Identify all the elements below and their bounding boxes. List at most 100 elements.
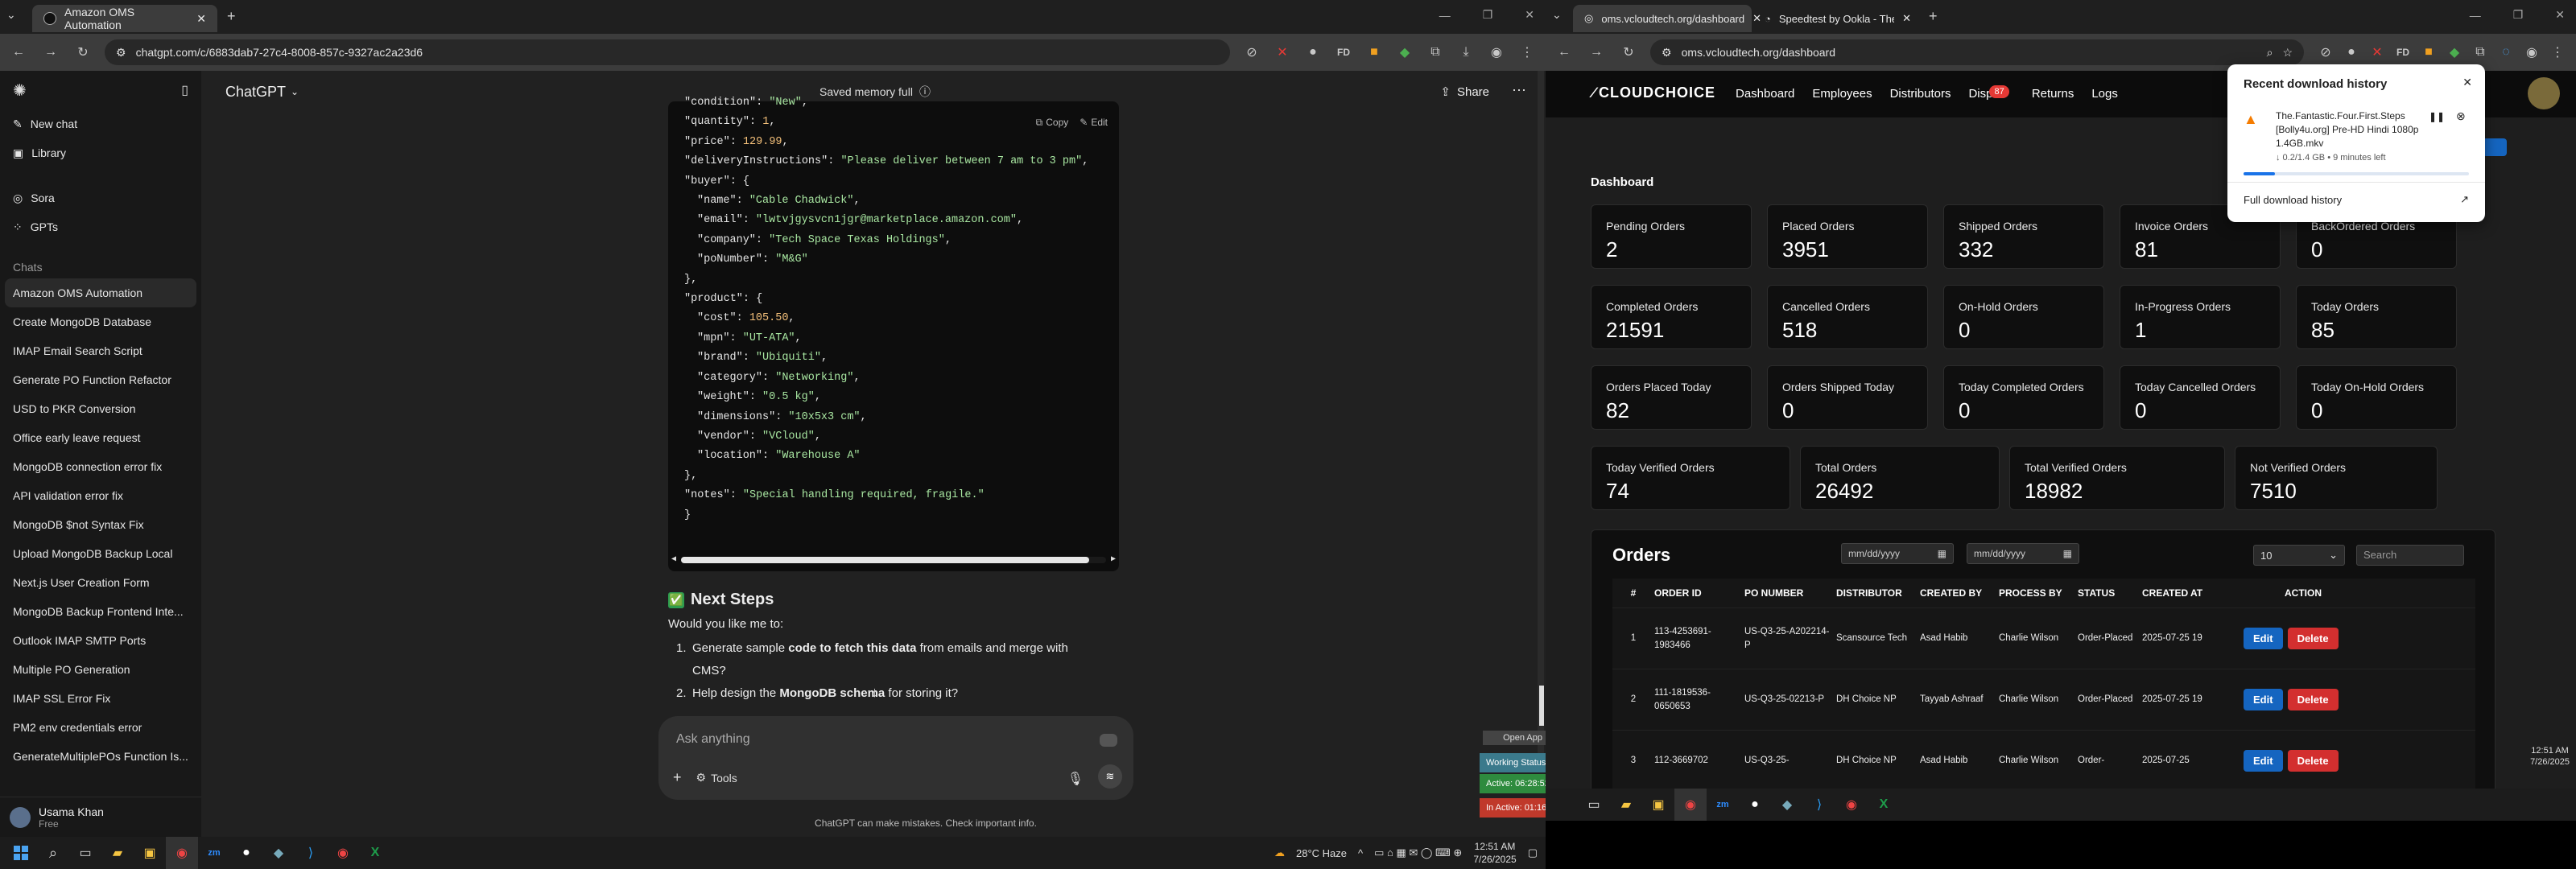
profile-icon[interactable]: ◉ [2521, 42, 2542, 63]
new-tab-icon[interactable]: + [227, 8, 236, 25]
fd-ext-icon[interactable]: FD [2392, 42, 2413, 63]
search-icon[interactable]: ⌕ [37, 837, 69, 869]
chat-item[interactable]: MongoDB Backup Frontend Inte... [0, 597, 201, 626]
chat-item[interactable]: IMAP SSL Error Fix [0, 684, 201, 713]
nav-disputes[interactable]: Dispu 87 [1968, 85, 2009, 101]
zoom-icon[interactable]: zm [1707, 789, 1739, 821]
app-diamond-icon[interactable]: ◆ [262, 837, 295, 869]
puzzle-icon[interactable]: ⧉ [1425, 42, 1446, 63]
site-info-icon[interactable]: ⚙ [116, 46, 126, 60]
omnibox[interactable]: ⚙ oms.vcloudtech.org/dashboard ⌕ ☆ [1650, 39, 2304, 65]
oms-logo[interactable]: ∕ CLOUDCHOICE [1592, 84, 1715, 101]
chrome-icon[interactable]: ◉ [327, 837, 359, 869]
chat-item[interactable]: Create MongoDB Database [0, 307, 201, 336]
bookmark-icon[interactable]: ☆ [2282, 46, 2293, 60]
notifications-icon[interactable]: ▢ [1528, 846, 1538, 859]
store-icon[interactable]: ▣ [134, 837, 166, 869]
download-filename[interactable]: The.Fantastic.Four.First.Steps [Bolly4u.… [2276, 109, 2437, 150]
main-scrollbar[interactable] [1538, 71, 1544, 763]
sidebar-toggle-icon[interactable]: ▯ [181, 82, 188, 98]
edit-order-button[interactable]: Edit [2244, 750, 2283, 772]
delete-order-button[interactable]: Delete [2287, 750, 2339, 772]
page-size-select[interactable]: 10 ⌄ [2253, 545, 2345, 566]
menu-dots-icon[interactable]: ⋮ [1517, 42, 1538, 63]
add-icon[interactable]: + [673, 769, 682, 786]
chrome-active-icon[interactable]: ◉ [166, 837, 198, 869]
task-view-icon[interactable]: ▭ [1578, 789, 1610, 821]
task-view-icon[interactable]: ▭ [69, 837, 101, 869]
user-profile[interactable]: Usama Khan Free [0, 797, 201, 837]
edit-button[interactable]: ✎ Edit [1080, 113, 1108, 132]
sora-item[interactable]: ◎ Sora [0, 183, 201, 212]
eye-off-icon[interactable]: ⊘ [1241, 42, 1262, 63]
tab-speedtest[interactable]: ◔ Speedtest by Ookla - The Glob ✕ [1753, 5, 1922, 32]
maximize-icon[interactable]: ❐ [1483, 8, 1493, 22]
tracker-handle[interactable] [1539, 686, 1544, 726]
edit-order-button[interactable]: Edit [2244, 628, 2283, 649]
column-header[interactable]: # [1612, 587, 1648, 599]
chat-item[interactable]: IMAP Email Search Script [0, 336, 201, 365]
close-tab-icon[interactable]: ✕ [196, 12, 206, 26]
nav-employees[interactable]: Employees [1812, 87, 1872, 101]
voice-wave-icon[interactable]: ≋ [1098, 764, 1122, 789]
store-icon[interactable]: ▣ [1642, 789, 1674, 821]
back-icon[interactable]: ← [1554, 42, 1575, 63]
open-app-button[interactable]: Open App [1483, 731, 1546, 745]
column-header[interactable]: DISTRIBUTOR [1830, 587, 1913, 599]
chat-item[interactable]: Upload MongoDB Backup Local [0, 539, 201, 568]
copy-button[interactable]: ⧉ Copy [1036, 113, 1069, 132]
zoom-icon[interactable]: zm [198, 837, 230, 869]
vscode-icon[interactable]: ⟩ [1803, 789, 1835, 821]
reload-icon[interactable]: ↻ [72, 42, 93, 63]
left-clock[interactable]: 12:51 AM 7/26/2025 [1473, 840, 1516, 866]
download-progress-icon[interactable]: ◌ [2496, 42, 2516, 63]
forward-icon[interactable]: → [1586, 42, 1607, 63]
file-explorer-icon[interactable]: ▰ [1610, 789, 1642, 821]
minimize-icon[interactable]: — [2470, 9, 2481, 22]
chrome-icon[interactable]: ◉ [1835, 789, 1868, 821]
nav-distributors[interactable]: Distributors [1890, 87, 1951, 101]
close-window-icon[interactable]: ✕ [2555, 8, 2565, 22]
excel-icon[interactable]: X [1868, 789, 1900, 821]
puzzle-icon[interactable]: ⧉ [2470, 42, 2491, 63]
chat-item[interactable]: USD to PKR Conversion [0, 394, 201, 423]
vscode-icon[interactable]: ⟩ [295, 837, 327, 869]
app-circle-icon[interactable]: ● [230, 837, 262, 869]
maximize-icon[interactable]: ❐ [2513, 8, 2524, 22]
scroll-right-icon[interactable]: ▶ [1111, 550, 1116, 570]
scroll-down-icon[interactable]: ↓ [871, 684, 878, 701]
more-options-icon[interactable]: ⋯ [1512, 82, 1526, 99]
file-explorer-icon[interactable]: ▰ [101, 837, 134, 869]
eye-off-icon[interactable]: ⊘ [2315, 42, 2336, 63]
chat-item[interactable]: Amazon OMS Automation [5, 278, 196, 307]
mic-icon[interactable]: 🎙 [1067, 771, 1084, 787]
shield-ext-icon[interactable]: ◆ [1394, 42, 1415, 63]
scrollbar-thumb[interactable] [681, 557, 1089, 563]
chat-item[interactable]: MongoDB connection error fix [0, 452, 201, 481]
forward-icon[interactable]: → [40, 42, 61, 63]
download-icon[interactable]: ⤓ [1455, 42, 1476, 63]
tab-search-icon[interactable]: ⌄ [1552, 8, 1562, 22]
excel-icon[interactable]: X [359, 837, 391, 869]
gpts-item[interactable]: ⁘ GPTs [0, 212, 201, 241]
nav-dashboard[interactable]: Dashboard [1736, 87, 1794, 101]
tab-oms-dashboard[interactable]: ◎ oms.vcloudtech.org/dashboard ✕ [1573, 5, 1761, 32]
column-header[interactable]: STATUS [2071, 587, 2136, 599]
close-popup-icon[interactable]: ✕ [2462, 76, 2472, 89]
new-tab-icon[interactable]: + [1929, 8, 1938, 25]
chat-item[interactable]: GenerateMultiplePOs Function Is... [0, 742, 201, 771]
column-header[interactable]: PO NUMBER [1738, 587, 1830, 599]
chat-item[interactable]: Outlook IMAP SMTP Ports [0, 626, 201, 655]
omnibox[interactable]: ⚙ chatgpt.com/c/6883dab7-27c4-8008-857c-… [105, 39, 1230, 65]
chat-item[interactable]: Office early leave request [0, 423, 201, 452]
app-diamond-icon[interactable]: ◆ [1771, 789, 1803, 821]
menu-dots-icon[interactable]: ⋮ [2547, 42, 2568, 63]
edit-order-button[interactable]: Edit [2244, 689, 2283, 710]
close-ext-icon[interactable]: ✕ [2367, 42, 2388, 63]
minimize-icon[interactable]: — [1439, 9, 1451, 22]
profile-icon[interactable]: ◉ [1486, 42, 1507, 63]
table-row[interactable]: 3 112-3669702 US-Q3-25- DH Choice NP Asad Ha… [1612, 730, 2475, 791]
right-clock[interactable]: 12:51 AM 7/26/2025 [2530, 745, 2570, 768]
chat-item[interactable]: Next.js User Creation Form [0, 568, 201, 597]
chat-item[interactable]: MongoDB $not Syntax Fix [0, 510, 201, 539]
